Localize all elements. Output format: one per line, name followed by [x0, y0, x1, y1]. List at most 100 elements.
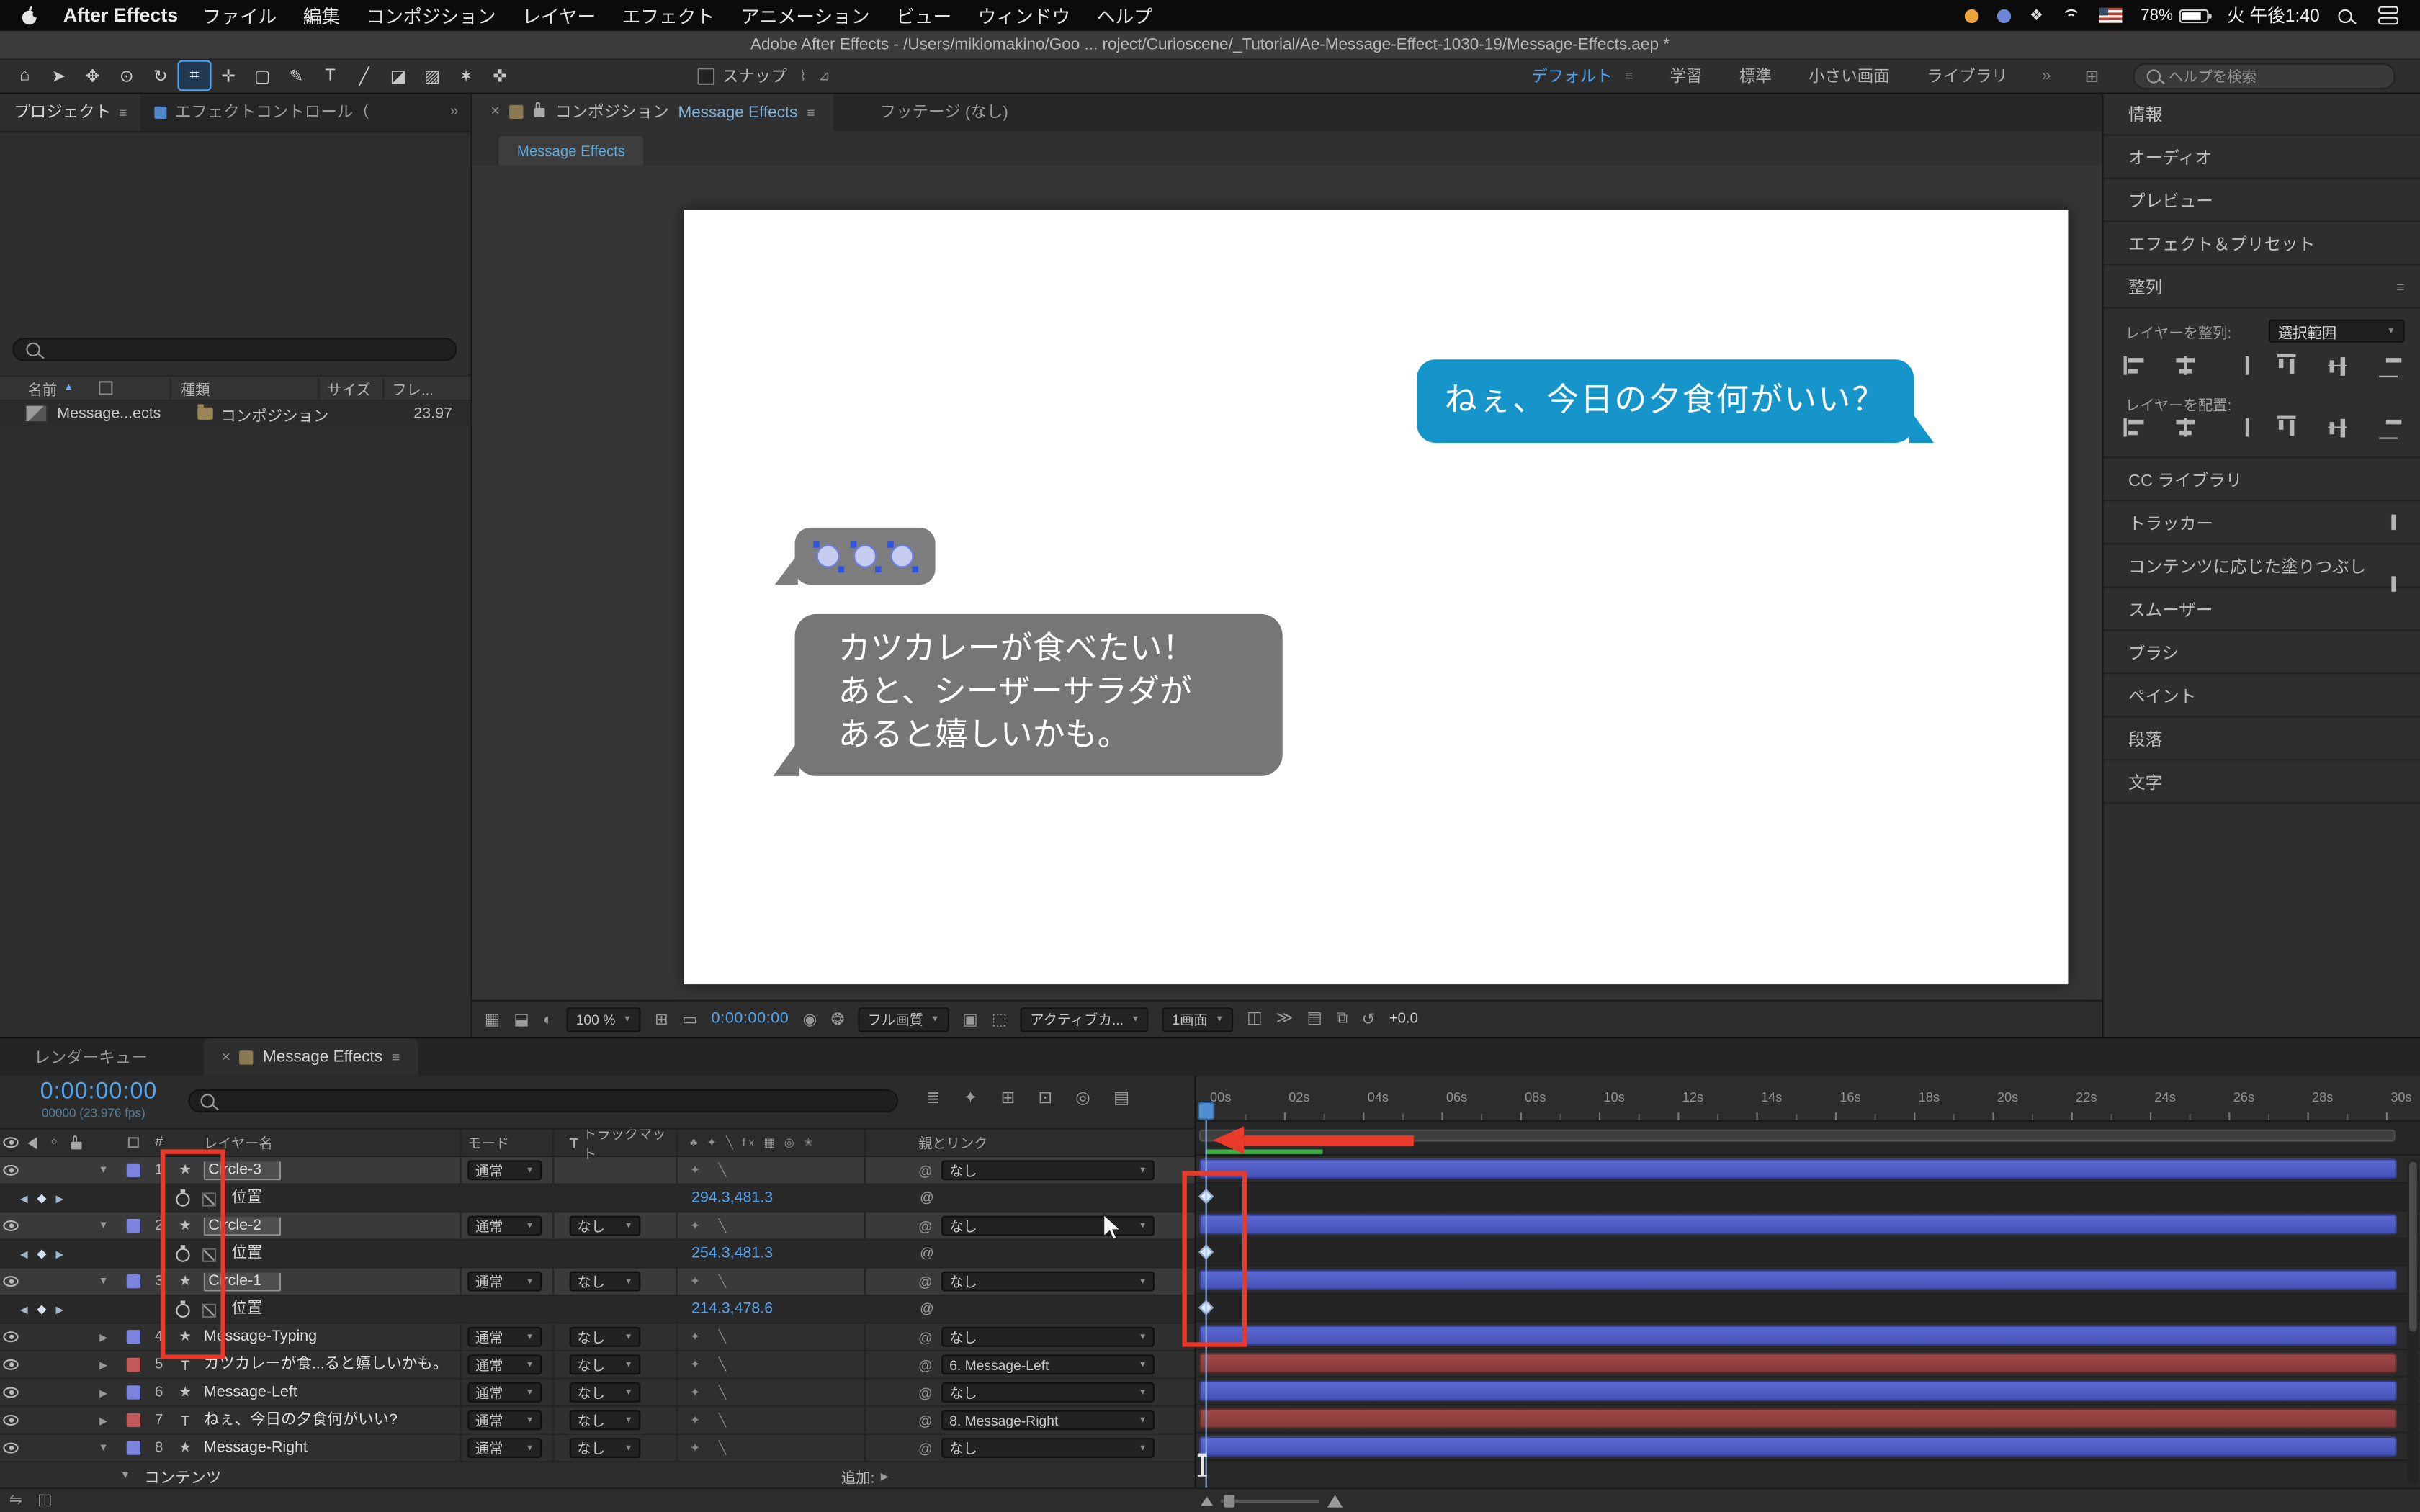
quality-switch-icon[interactable]: ✦ [690, 1413, 700, 1427]
trkmat-select[interactable]: なし▼ [570, 1327, 641, 1347]
menu-item-コンポジション[interactable]: コンポジション [367, 2, 496, 28]
live-update-icon[interactable]: ✦ [964, 1088, 978, 1108]
layer-row-Circle-2[interactable]: ▼2★Circle-2通常▼なし▼✦╲@なし▼ [0, 1212, 1195, 1241]
message-bubble-left[interactable]: カツカレーが食べたい！ あと、シーザーサラダが あると嬉しいかも。 [795, 614, 1283, 776]
property-value[interactable]: 214.3,478.6 [691, 1296, 773, 1322]
distribute-icon-1[interactable] [2174, 418, 2197, 437]
workspace-学習[interactable]: 学習 [1670, 64, 1702, 87]
layer-duration-bar[interactable] [1199, 1381, 2397, 1401]
wifi-icon[interactable] [2062, 9, 2081, 22]
column-name[interactable]: 名前 ▲ [0, 377, 170, 399]
project-item-row[interactable]: Message...ects コンポジション 23.97 [0, 401, 471, 426]
timeline-comp-tab[interactable]: × Message Effects ≡ [203, 1038, 418, 1075]
visibility-toggle[interactable] [0, 1443, 22, 1454]
timeline-scrollbar[interactable] [2408, 1158, 2419, 1484]
show-snapshot-icon[interactable]: ❂ [831, 1010, 845, 1029]
draft-switch-icon[interactable]: ╲ [719, 1413, 726, 1427]
stopwatch-icon[interactable] [176, 1304, 189, 1318]
workspace-overflow[interactable]: » [2042, 66, 2051, 85]
selection-tool-icon[interactable]: ➤ [43, 62, 74, 90]
trkmat-select[interactable]: なし▼ [570, 1382, 641, 1403]
brush-tool-icon[interactable]: ╱ [349, 62, 380, 90]
distribute-icon-5[interactable] [2379, 416, 2398, 439]
panel-section-情報[interactable]: 情報 [2104, 93, 2420, 136]
trkmat-select[interactable]: なし▼ [570, 1216, 641, 1236]
blend-mode-select[interactable]: 通常▼ [467, 1327, 542, 1347]
workspace-デフォルト[interactable]: デフォルト [1531, 64, 1613, 87]
resolution-select[interactable]: フル画質▼ [859, 1007, 949, 1031]
lock-icon[interactable] [534, 107, 544, 117]
draft-switch-icon[interactable]: ╲ [719, 1330, 726, 1344]
current-time-display[interactable]: 0:00:00:00 [40, 1079, 158, 1104]
layer-color-chip[interactable] [120, 1164, 145, 1177]
menu-item-レイヤー[interactable]: レイヤー [522, 2, 596, 28]
blend-mode-select[interactable]: 通常▼ [467, 1354, 542, 1374]
panel-menu-icon[interactable]: ≡ [392, 1049, 400, 1064]
align-icon-2[interactable] [2225, 356, 2248, 375]
property-label[interactable]: 位置 [231, 1296, 262, 1322]
property-label[interactable]: 位置 [231, 1185, 262, 1211]
ruler-icon[interactable]: ⊞ [655, 1010, 668, 1029]
layer-name[interactable]: Circle-3 [197, 1161, 460, 1180]
draft-switch-icon[interactable]: ╲ [719, 1164, 726, 1177]
layer-name[interactable]: カツカレーが食...ると嬉しいかも。 [197, 1356, 460, 1374]
quality-switch-icon[interactable]: ✦ [690, 1274, 700, 1288]
menu-item-ヘルプ[interactable]: ヘルプ [1097, 2, 1152, 28]
spotlight-icon[interactable] [2338, 9, 2352, 22]
puppet-pin-tool-icon[interactable]: ✜ [485, 62, 516, 90]
message-bubble-right[interactable]: ねぇ、今日の夕食何がいい？ [1417, 359, 1914, 443]
column-size[interactable]: サイズ [318, 377, 382, 399]
layer-expander[interactable]: ▶ [86, 1386, 120, 1398]
close-icon[interactable]: × [490, 104, 500, 121]
fast-preview-icon[interactable]: ≫ [1276, 1009, 1294, 1029]
zoom-tool-icon[interactable]: ⊙ [111, 62, 142, 90]
layer-expander[interactable]: ▼ [86, 1443, 120, 1454]
layer-row-Message-Right[interactable]: ▼8★Message-Right通常▼なし▼✦╲@なし▼ [0, 1435, 1195, 1463]
workspace-menu-icon[interactable]: ≡ [1625, 68, 1633, 83]
layer-track-Circle-3[interactable] [1196, 1156, 2420, 1184]
target-icon[interactable]: ▣ [962, 1010, 977, 1029]
quality-switch-icon[interactable]: ✦ [690, 1385, 700, 1399]
align-icon-3[interactable] [2278, 354, 2297, 377]
property-value[interactable]: 254.3,481.3 [691, 1241, 773, 1266]
reset-exposure-icon[interactable]: ↺ [1362, 1010, 1376, 1029]
column-fps[interactable]: フレ... [382, 377, 470, 399]
view-layout-select[interactable]: 1画面▼ [1163, 1007, 1233, 1031]
panel-section-トラッカー[interactable]: トラッカー [2104, 501, 2420, 544]
switches-column-header[interactable]: ♣ ✦ ╲ fx ▦ ◎ ✭ [676, 1130, 864, 1156]
parent-select[interactable]: 6. Message-Left▼ [941, 1354, 1155, 1374]
viewer-time-display[interactable]: 0:00:00:00 [712, 1011, 789, 1028]
panel-section-オーディオ[interactable]: オーディオ [2104, 136, 2420, 179]
panel-menu-icon[interactable]: ≡ [119, 104, 127, 120]
layer-row-Circle-3[interactable]: ▼1★Circle-3通常▼✦╲@なし▼ [0, 1157, 1195, 1185]
mode-column-header[interactable]: モード [460, 1130, 553, 1156]
trkmat-select[interactable]: なし▼ [570, 1410, 641, 1431]
panel-section-ペイント[interactable]: ペイント [2104, 674, 2420, 717]
property-row-position[interactable]: ◀◆▶位置294.3,481.3@ [0, 1185, 1195, 1213]
transparency-grid-icon[interactable]: ⬚ [992, 1010, 1007, 1029]
timeline-icon[interactable]: ▤ [1307, 1009, 1322, 1029]
layer-row-Message-Left[interactable]: ▶6★Message-Left通常▼なし▼✦╲@なし▼ [0, 1380, 1195, 1408]
quality-switch-icon[interactable]: ✦ [690, 1358, 700, 1372]
home-icon[interactable]: ⌂ [9, 62, 40, 90]
layer-name-column-header[interactable]: レイヤー名 [197, 1133, 460, 1153]
layer-duration-bar[interactable] [1199, 1214, 2397, 1234]
layer-color-chip[interactable] [120, 1330, 145, 1344]
region-of-interest-icon[interactable]: ▭ [682, 1010, 697, 1029]
trkmat-select[interactable]: なし▼ [570, 1354, 641, 1374]
layer-name[interactable]: Circle-1 [197, 1272, 460, 1291]
visibility-toggle[interactable] [0, 1359, 22, 1370]
eraser-tool-icon[interactable]: ▨ [417, 62, 448, 90]
pickwhip-icon[interactable]: @ [918, 1440, 933, 1455]
workspace-標準[interactable]: 標準 [1739, 64, 1772, 87]
contents-expander[interactable]: ▼ [120, 1470, 130, 1481]
panel-section-スムーザー[interactable]: スムーザー [2104, 588, 2420, 631]
layer-color-chip[interactable] [120, 1441, 145, 1454]
workspace-ライブラリ[interactable]: ライブラリ [1927, 64, 2008, 87]
window-title-bar[interactable]: Adobe After Effects - /Users/mikiomakino… [0, 31, 2420, 60]
prev-keyframe-icon[interactable]: ◀ [20, 1303, 28, 1315]
blend-mode-select[interactable]: 通常▼ [467, 1410, 542, 1431]
help-search-input[interactable]: ヘルプを検索 [2133, 63, 2395, 89]
parent-select[interactable]: なし▼ [941, 1382, 1155, 1403]
draft-3d-icon[interactable]: ⊞ [1001, 1088, 1016, 1108]
